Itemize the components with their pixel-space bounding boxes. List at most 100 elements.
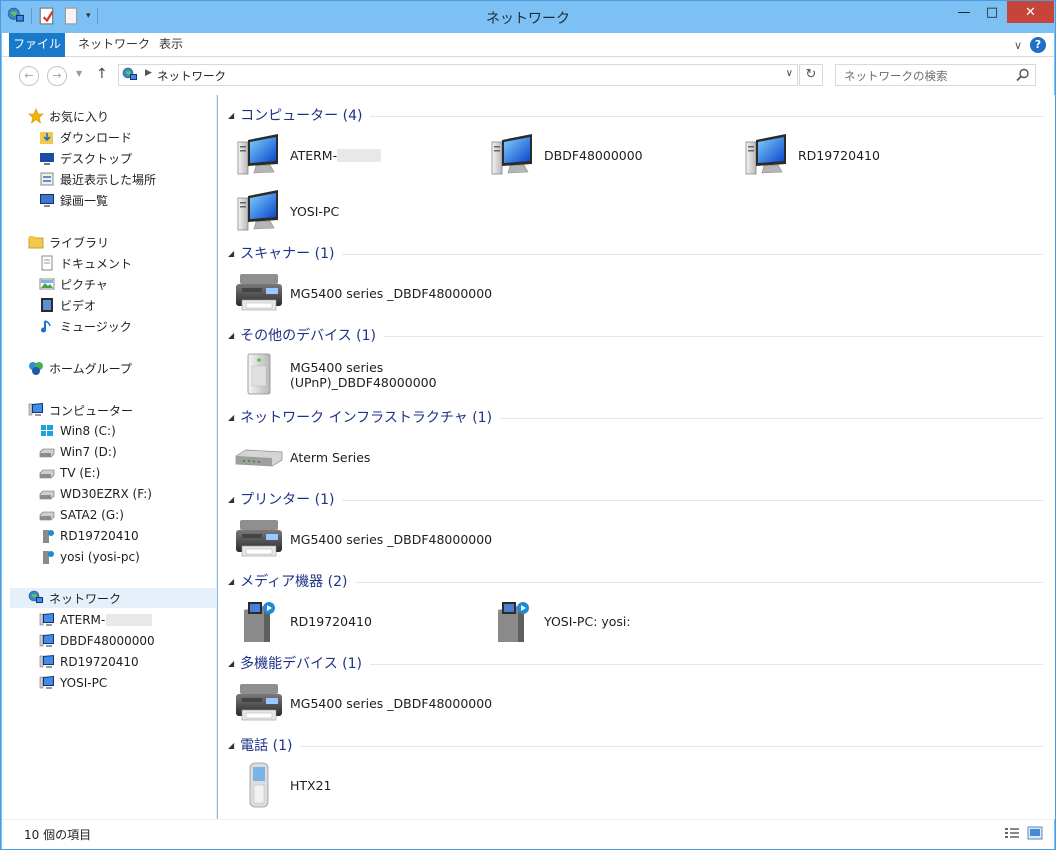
music-icon [41,320,51,333]
address-bar[interactable]: ▶ ネットワーク ∨ [118,64,798,86]
router-item[interactable]: Aterm Series [234,433,370,481]
large-icons-view-icon[interactable] [1027,826,1043,840]
multifunction-item[interactable]: MG5400 series _DBDF48000000 [234,679,492,727]
group-title: ネットワーク インフラストラクチャ (1) [240,410,493,426]
nav-item-videos[interactable]: ビデオ [39,295,96,315]
title-bar[interactable]: ▾ ネットワーク — □ ✕ [1,1,1055,33]
nav-favorites[interactable]: お気に入り [28,106,109,126]
nav-item-downloads[interactable]: ダウンロード [39,127,132,147]
nav-item-media-rd[interactable]: RD19720410 [39,526,139,546]
media-item-rd[interactable]: RD19720410 [234,597,372,645]
drive-icon [39,507,55,523]
help-icon[interactable]: ? [1030,37,1046,53]
group-header-other-devices[interactable]: ◢ その他のデバイス (1) [228,325,1043,345]
collapse-icon[interactable]: ◢ [228,741,234,750]
tab-file[interactable]: ファイル [9,33,65,57]
nav-item-label: 最近表示した場所 [60,172,157,187]
group-divider [342,253,1043,255]
nav-computer[interactable]: コンピューター [28,400,133,420]
nav-item-dbdf[interactable]: DBDF48000000 [39,631,155,651]
nav-item-desktop[interactable]: デスクトップ [39,148,132,168]
nav-item-drive-c[interactable]: Win8 (C:) [39,421,116,441]
media-server-icon [488,598,538,644]
expand-ribbon-icon[interactable]: ∨ [1014,39,1022,52]
nav-item-media-yosi[interactable]: yosi (yosi-pc) [39,547,140,567]
group-header-computers[interactable]: ◢ コンピューター (4) [228,105,1043,125]
nav-item-pictures[interactable]: ピクチャ [39,274,108,294]
nav-item-recordings[interactable]: 録画一覧 [39,190,108,210]
nav-homegroup[interactable]: ホームグループ [28,358,132,378]
collapse-icon[interactable]: ◢ [228,111,234,120]
nav-item-documents[interactable]: ドキュメント [39,253,132,273]
group-header-multifunction[interactable]: ◢ 多機能デバイス (1) [228,653,1043,673]
group-divider [370,115,1043,117]
network-item-rd[interactable]: RD19720410 [742,131,880,179]
breadcrumb-chevron-icon[interactable]: ▶ [145,68,152,78]
media-server-icon [43,551,54,564]
nav-item-label: WD30EZRX (F:) [60,487,152,501]
back-button[interactable]: ← [19,66,39,86]
refresh-button[interactable]: ↻ [799,64,823,86]
collapse-icon[interactable]: ◢ [228,659,234,668]
item-label: MG5400 series (UPnP)_DBDF48000000 [290,360,437,390]
maximize-button[interactable]: □ [977,1,1007,23]
network-icon [122,67,138,83]
address-toolbar: ← → ▼ ↑ ▶ ネットワーク ∨ ↻ ネットワークの検索 [2,57,1054,95]
minimize-button[interactable]: — [949,1,979,23]
nav-item-drive-d[interactable]: Win7 (D:) [39,442,117,462]
printer-item[interactable]: MG5400 series _DBDF48000000 [234,515,492,563]
media-item-yosipc[interactable]: YOSI-PC: yosi: [488,597,631,645]
search-placeholder: ネットワークの検索 [844,69,948,83]
nav-item-rd[interactable]: RD19720410 [39,652,139,672]
search-input[interactable]: ネットワークの検索 [835,64,1036,86]
nav-item-drive-g[interactable]: SATA2 (G:) [39,505,124,525]
collapse-icon[interactable]: ◢ [228,413,234,422]
item-label: DBDF48000000 [544,147,643,163]
network-computer-icon [39,675,55,691]
nav-item-recent-places[interactable]: 最近表示した場所 [39,169,156,189]
breadcrumb[interactable]: ネットワーク [157,68,226,84]
group-header-network-infrastructure[interactable]: ◢ ネットワーク インフラストラクチャ (1) [228,407,1043,427]
nav-libraries-label: ライブラリ [49,235,110,250]
group-header-scanners[interactable]: ◢ スキャナー (1) [228,243,1043,263]
tab-view[interactable]: 表示 [147,33,195,57]
details-view-icon[interactable] [1004,826,1020,840]
close-button[interactable]: ✕ [1007,1,1054,23]
address-dropdown-icon[interactable]: ∨ [786,68,793,79]
network-item-dbdf[interactable]: DBDF48000000 [488,131,643,179]
group-header-printers[interactable]: ◢ プリンター (1) [228,489,1043,509]
library-folder-icon [28,236,44,249]
nav-item-aterm[interactable]: ATERM- [39,610,153,630]
printer-icon [234,270,284,316]
downloads-folder-icon [40,132,53,144]
network-item-aterm[interactable]: ATERM- [234,131,382,179]
collapse-icon[interactable]: ◢ [228,495,234,504]
nav-network[interactable]: ネットワーク [10,588,216,608]
nav-item-yosipc[interactable]: YOSI-PC [39,673,107,693]
network-item-yosipc[interactable]: YOSI-PC [234,187,339,235]
group-divider [342,499,1043,501]
group-header-phones[interactable]: ◢ 電話 (1) [228,735,1043,755]
item-label: ATERM- [290,147,338,163]
scanner-item[interactable]: MG5400 series _DBDF48000000 [234,269,492,317]
search-icon[interactable] [1016,68,1030,82]
star-icon [28,108,44,124]
forward-button[interactable]: → [47,66,67,86]
group-divider [355,581,1043,583]
item-label: YOSI-PC [290,203,340,219]
phone-item[interactable]: HTX21 [234,761,332,809]
other-device-item[interactable]: MG5400 series (UPnP)_DBDF48000000 [234,351,440,399]
up-button[interactable]: ↑ [96,66,108,82]
nav-item-label: 録画一覧 [60,193,109,208]
nav-item-drive-f[interactable]: WD30EZRX (F:) [39,484,152,504]
drive-icon [39,486,55,502]
nav-item-drive-e[interactable]: TV (E:) [39,463,100,483]
group-header-media-devices[interactable]: ◢ メディア機器 (2) [228,571,1043,591]
collapse-icon[interactable]: ◢ [228,331,234,340]
nav-libraries[interactable]: ライブラリ [28,232,109,252]
collapse-icon[interactable]: ◢ [228,577,234,586]
collapse-icon[interactable]: ◢ [228,249,234,258]
group-title: 多機能デバイス (1) [240,656,363,672]
nav-item-music[interactable]: ミュージック [39,316,132,336]
recent-locations-button[interactable]: ▼ [76,69,82,78]
